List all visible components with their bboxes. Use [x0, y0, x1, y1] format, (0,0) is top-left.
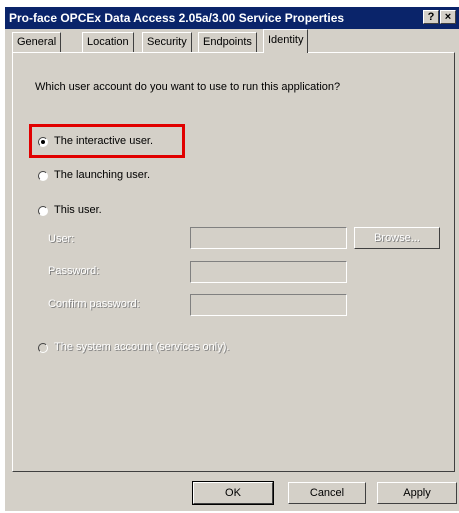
- confirm-password-label: Confirm password:: [48, 298, 140, 310]
- tab-label: Identity: [268, 34, 304, 46]
- help-icon: ?: [427, 11, 435, 23]
- option-system-account-label[interactable]: The system account (services only).: [54, 341, 229, 353]
- apply-button[interactable]: Apply: [377, 482, 457, 504]
- title-bar[interactable]: Pro-face OPCEx Data Access 2.05a/3.00 Se…: [5, 7, 459, 29]
- user-field[interactable]: [190, 227, 347, 249]
- highlight-box: [29, 124, 185, 158]
- user-label: User:: [48, 233, 75, 245]
- tab-label: Endpoints: [203, 36, 252, 48]
- browse-button[interactable]: Browse...: [354, 227, 440, 249]
- option-launching-user-label[interactable]: The launching user.: [54, 169, 150, 181]
- radio-this-user[interactable]: [38, 206, 48, 216]
- close-icon: ×: [444, 11, 452, 23]
- tab-label: General: [17, 36, 57, 48]
- confirm-password-field[interactable]: [190, 294, 347, 316]
- question-text: Which user account do you want to use to…: [35, 81, 341, 93]
- apply-button-label: Apply: [403, 487, 431, 499]
- radio-launching-user[interactable]: [38, 171, 48, 181]
- tab-label: Location: [87, 36, 129, 48]
- close-button[interactable]: ×: [440, 10, 456, 24]
- password-field[interactable]: [190, 261, 347, 283]
- tab-identity[interactable]: Identity: [263, 29, 309, 53]
- tab-endpoints[interactable]: Endpoints: [198, 32, 257, 52]
- cancel-button[interactable]: Cancel: [288, 482, 366, 504]
- tab-location[interactable]: Location: [82, 32, 134, 52]
- option-this-user-label[interactable]: This user.: [54, 204, 102, 216]
- password-label: Password:: [48, 265, 100, 277]
- browse-button-label: Browse...: [374, 232, 420, 244]
- tab-security[interactable]: Security: [142, 32, 192, 52]
- radio-system-account[interactable]: [38, 343, 48, 353]
- ok-button-label: OK: [225, 487, 241, 499]
- ok-button[interactable]: OK: [192, 481, 274, 505]
- tab-label: Security: [147, 36, 187, 48]
- tab-general[interactable]: General: [12, 32, 62, 52]
- window-title: Pro-face OPCEx Data Access 2.05a/3.00 Se…: [9, 11, 345, 25]
- help-button[interactable]: ?: [423, 10, 439, 24]
- cancel-button-label: Cancel: [309, 487, 345, 499]
